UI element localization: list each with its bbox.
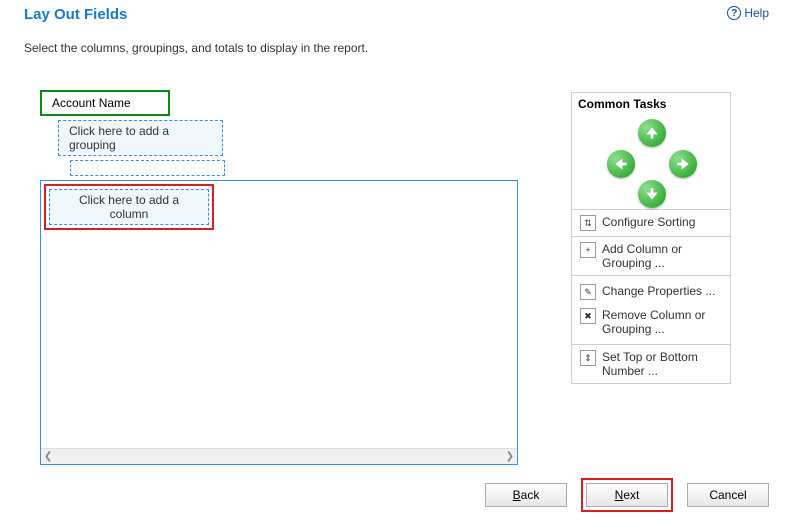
task-group-properties: ✎ Change Properties ... ✖ Remove Column … <box>572 276 730 345</box>
help-label: Help <box>744 6 769 20</box>
arrow-right-icon <box>676 157 690 171</box>
top-bottom-icon: ⇕ <box>580 350 596 366</box>
scroll-right-icon[interactable]: ❯ <box>506 451 514 462</box>
common-tasks-panel: Common Tasks ⇅ Configure Sorting + Add C… <box>571 92 731 384</box>
add-column-highlight: Click here to add a column <box>44 184 214 230</box>
task-label: Add Column or Grouping ... <box>602 242 722 270</box>
cancel-button[interactable]: Cancel <box>687 483 769 507</box>
task-label: Configure Sorting <box>602 215 695 229</box>
help-link[interactable]: ? Help <box>727 6 769 20</box>
arrow-left-icon <box>614 157 628 171</box>
wizard-footer: Back Next Cancel <box>485 478 769 512</box>
properties-icon: ✎ <box>580 284 596 300</box>
task-label: Remove Column or Grouping ... <box>602 308 722 336</box>
move-down-button[interactable] <box>638 180 666 208</box>
detail-area: Click here to add a column ❮ ❯ <box>40 180 518 465</box>
task-change-properties[interactable]: ✎ Change Properties ... <box>572 280 730 304</box>
move-up-button[interactable] <box>638 119 666 147</box>
task-label: Change Properties ... <box>602 284 715 298</box>
common-tasks-heading: Common Tasks <box>572 93 730 115</box>
task-set-top-bottom[interactable]: ⇕ Set Top or Bottom Number ... <box>572 345 730 383</box>
next-button-highlight: Next <box>581 478 673 512</box>
task-label: Set Top or Bottom Number ... <box>602 350 722 378</box>
move-arrows-area <box>572 115 730 210</box>
horizontal-scrollbar[interactable]: ❮ ❯ <box>41 448 517 464</box>
arrow-up-icon <box>645 126 659 140</box>
next-button[interactable]: Next <box>586 483 668 507</box>
add-grouping-placeholder[interactable]: Click here to add a grouping <box>58 120 223 156</box>
move-left-button[interactable] <box>607 150 635 178</box>
page-title: Lay Out Fields <box>24 6 769 23</box>
page-description: Select the columns, groupings, and total… <box>0 23 793 55</box>
scroll-left-icon[interactable]: ❮ <box>44 451 52 462</box>
task-add-column-grouping[interactable]: + Add Column or Grouping ... <box>572 237 730 276</box>
task-remove-column-grouping[interactable]: ✖ Remove Column or Grouping ... <box>572 304 730 340</box>
move-right-button[interactable] <box>669 150 697 178</box>
back-button[interactable]: Back <box>485 483 567 507</box>
field-account-name[interactable]: Account Name <box>40 90 170 116</box>
sort-icon: ⇅ <box>580 215 596 231</box>
empty-grouping-slot[interactable] <box>70 160 225 176</box>
layout-designer: Account Name Click here to add a groupin… <box>40 90 560 176</box>
remove-icon: ✖ <box>580 308 596 324</box>
task-configure-sorting[interactable]: ⇅ Configure Sorting <box>572 210 730 237</box>
arrow-down-icon <box>645 187 659 201</box>
add-column-placeholder[interactable]: Click here to add a column <box>49 189 209 225</box>
add-column-icon: + <box>580 242 596 258</box>
help-icon: ? <box>727 6 741 20</box>
